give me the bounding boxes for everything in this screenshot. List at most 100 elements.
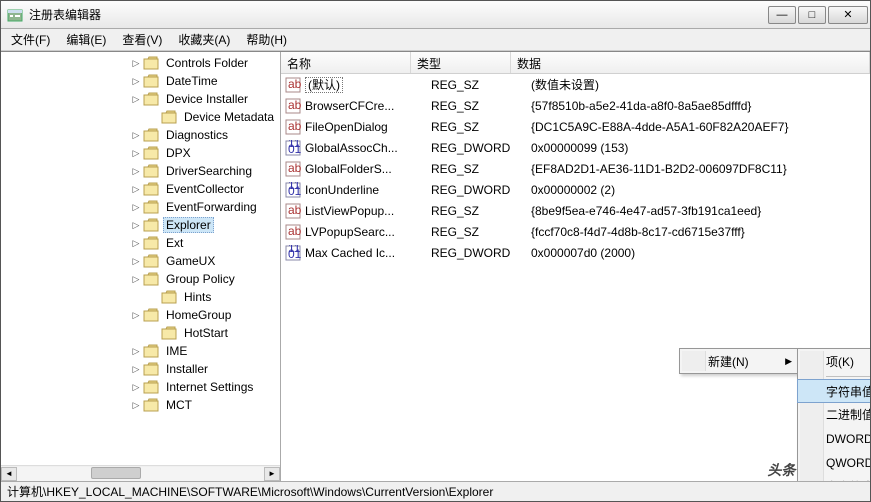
tree-item-ime[interactable]: ▷IME: [1, 342, 280, 360]
value-type: REG_SZ: [431, 78, 531, 92]
expand-icon[interactable]: ▷: [131, 202, 141, 212]
tree-item-explorer[interactable]: ▷Explorer: [1, 216, 280, 234]
tree-pane: ▷Controls Folder▷DateTime▷Device Install…: [1, 52, 281, 481]
tree-content[interactable]: ▷Controls Folder▷DateTime▷Device Install…: [1, 52, 280, 465]
svg-text:ab: ab: [288, 119, 301, 133]
value-row[interactable]: abLVPopupSearc...REG_SZ{fccf70c8-f4d7-4d…: [281, 221, 870, 242]
tree-item-device-installer[interactable]: ▷ Device Installer: [1, 90, 280, 108]
menu-编辑e[interactable]: 编辑(E): [60, 29, 112, 50]
col-header-type[interactable]: 类型: [411, 52, 511, 73]
minimize-button[interactable]: —: [768, 6, 796, 24]
expand-icon[interactable]: ▷: [131, 76, 141, 86]
expand-icon[interactable]: [149, 112, 159, 122]
expand-icon[interactable]: ▷: [131, 94, 141, 104]
tree-item-internet-settings[interactable]: ▷ Internet Settings: [1, 378, 280, 396]
tree-item-datetime[interactable]: ▷DateTime: [1, 72, 280, 90]
menu-item[interactable]: 字符串值(S): [797, 379, 870, 403]
scroll-left-icon[interactable]: ◄: [1, 467, 17, 481]
svg-text:011: 011: [288, 247, 301, 261]
menu-收藏夹a[interactable]: 收藏夹(A): [172, 29, 236, 50]
expand-icon[interactable]: [149, 328, 159, 338]
tree-item-homegroup[interactable]: ▷HomeGroup: [1, 306, 280, 324]
expand-icon[interactable]: ▷: [131, 310, 141, 320]
close-button[interactable]: ✕: [828, 6, 868, 24]
tree-label: Hints: [181, 289, 214, 305]
menu-item[interactable]: 多字符串值(M): [798, 474, 870, 481]
value-name: LVPopupSearc...: [305, 225, 431, 239]
tree-item-diagnostics[interactable]: ▷Diagnostics: [1, 126, 280, 144]
value-row[interactable]: 110011GlobalAssocCh...REG_DWORD0x0000009…: [281, 137, 870, 158]
menu-item-new[interactable]: 新建(N) ▶: [680, 349, 798, 373]
tree-label: Device Metadata: [181, 109, 277, 125]
tree-item-group-policy[interactable]: ▷Group Policy: [1, 270, 280, 288]
value-name: ListViewPopup...: [305, 204, 431, 218]
folder-icon: [143, 200, 159, 214]
value-row[interactable]: 110011IconUnderlineREG_DWORD0x00000002 (…: [281, 179, 870, 200]
col-header-name[interactable]: 名称: [281, 52, 411, 73]
expand-icon[interactable]: ▷: [131, 400, 141, 410]
tree-item-hints[interactable]: Hints: [1, 288, 280, 306]
tree-item-mct[interactable]: ▷MCT: [1, 396, 280, 414]
menu-帮助h[interactable]: 帮助(H): [240, 29, 293, 50]
folder-icon: [143, 164, 159, 178]
expand-icon[interactable]: ▷: [131, 256, 141, 266]
folder-icon: [143, 182, 159, 196]
title-bar: 注册表编辑器 — □ ✕: [1, 1, 870, 29]
value-type: REG_SZ: [431, 225, 531, 239]
expand-icon[interactable]: ▷: [131, 166, 141, 176]
tree-item-ext[interactable]: ▷Ext: [1, 234, 280, 252]
value-type: REG_DWORD: [431, 183, 531, 197]
value-data: {57f8510b-a5e2-41da-a8f0-8a5ae85dfffd}: [531, 99, 870, 113]
menu-item-label: QWORD (64 位)值(Q): [826, 454, 870, 471]
svg-text:ab: ab: [288, 224, 301, 238]
tree-label: Device Installer: [163, 91, 251, 107]
value-row[interactable]: abListViewPopup...REG_SZ{8be9f5ea-e746-4…: [281, 200, 870, 221]
value-row[interactable]: abFileOpenDialogREG_SZ{DC1C5A9C-E88A-4dd…: [281, 116, 870, 137]
context-menu-new: 新建(N) ▶: [679, 348, 799, 374]
expand-icon[interactable]: ▷: [131, 364, 141, 374]
value-row[interactable]: abGlobalFolderS...REG_SZ{EF8AD2D1-AE36-1…: [281, 158, 870, 179]
tree-item-installer[interactable]: ▷Installer: [1, 360, 280, 378]
expand-icon[interactable]: [149, 292, 159, 302]
expand-icon[interactable]: ▷: [131, 148, 141, 158]
expand-icon[interactable]: ▷: [131, 130, 141, 140]
value-data: 0x00000099 (153): [531, 141, 870, 155]
expand-icon[interactable]: ▷: [131, 58, 141, 68]
menu-item-label: 项(K): [826, 353, 854, 370]
expand-icon[interactable]: ▷: [131, 238, 141, 248]
menu-item[interactable]: DWORD (32-位)值(D): [798, 426, 870, 450]
expand-icon[interactable]: ▷: [131, 184, 141, 194]
maximize-button[interactable]: □: [798, 6, 826, 24]
menu-item[interactable]: 二进制值(B): [798, 402, 870, 426]
value-row[interactable]: ab(默认)REG_SZ(数值未设置): [281, 74, 870, 95]
menu-查看v[interactable]: 查看(V): [116, 29, 168, 50]
tree-item-hotstart[interactable]: HotStart: [1, 324, 280, 342]
list-body[interactable]: ab(默认)REG_SZ(数值未设置)abBrowserCFCre...REG_…: [281, 74, 870, 481]
tree-item-device-metadata[interactable]: Device Metadata: [1, 108, 280, 126]
tree-label: EventForwarding: [163, 199, 260, 215]
tree-item-gameux[interactable]: ▷GameUX: [1, 252, 280, 270]
value-row[interactable]: 110011Max Cached Ic...REG_DWORD0x000007d…: [281, 242, 870, 263]
menu-item-label: 字符串值(S): [826, 383, 870, 400]
tree-hscroll[interactable]: ◄ ►: [1, 465, 280, 481]
scroll-thumb[interactable]: [91, 467, 141, 479]
tree-item-dpx[interactable]: ▷DPX: [1, 144, 280, 162]
tree-label: Internet Settings: [163, 379, 256, 395]
tree-item-driversearching[interactable]: ▷DriverSearching: [1, 162, 280, 180]
menu-item[interactable]: 项(K): [798, 349, 870, 373]
tree-item-eventcollector[interactable]: ▷EventCollector: [1, 180, 280, 198]
menu-文件f[interactable]: 文件(F): [5, 29, 56, 50]
expand-icon[interactable]: ▷: [131, 274, 141, 284]
menu-item[interactable]: QWORD (64 位)值(Q): [798, 450, 870, 474]
string-icon: ab: [285, 203, 301, 219]
value-row[interactable]: abBrowserCFCre...REG_SZ{57f8510b-a5e2-41…: [281, 95, 870, 116]
list-header: 名称 类型 数据: [281, 52, 870, 74]
tree-item-controls-folder[interactable]: ▷Controls Folder: [1, 54, 280, 72]
tree-item-eventforwarding[interactable]: ▷ EventForwarding: [1, 198, 280, 216]
scroll-right-icon[interactable]: ►: [264, 467, 280, 481]
expand-icon[interactable]: ▷: [131, 382, 141, 392]
expand-icon[interactable]: ▷: [131, 346, 141, 356]
col-header-data[interactable]: 数据: [511, 52, 870, 73]
expand-icon[interactable]: ▷: [131, 220, 141, 230]
scroll-track[interactable]: [17, 467, 264, 481]
